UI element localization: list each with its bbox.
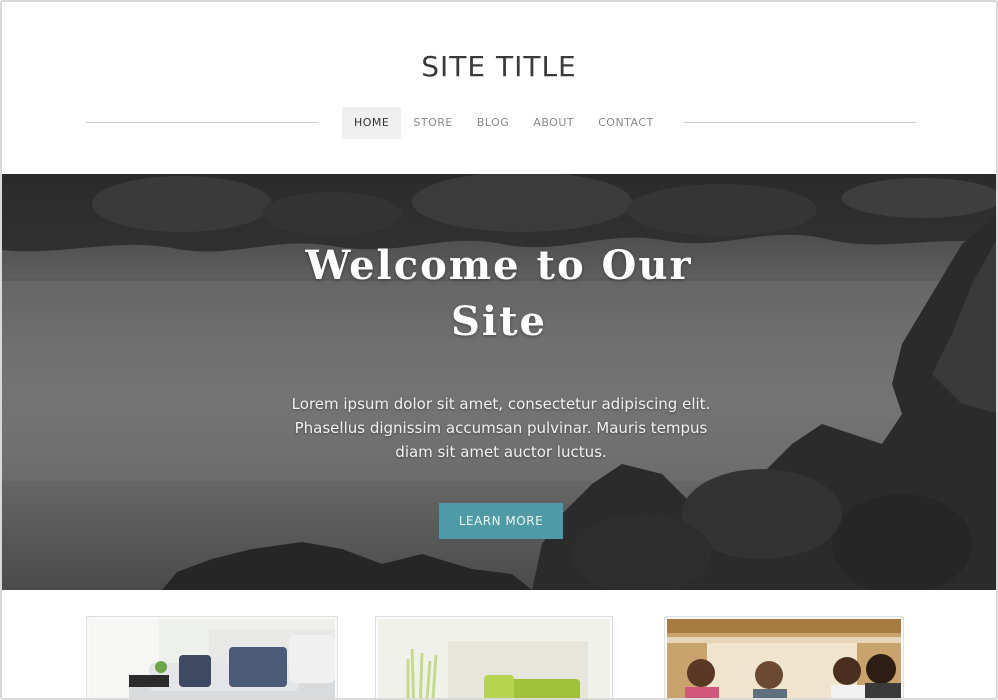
hero-title: Welcome to Our Site [2,238,996,350]
nav-item-blog[interactable]: BLOG [465,107,521,139]
nav-divider-right [684,122,916,123]
green-chair-interior-photo [378,619,610,698]
nav-item-store[interactable]: STORE [401,107,464,139]
main-nav: HOME STORE BLOG ABOUT CONTACT [342,107,666,139]
living-room-sofa-photo [89,619,335,698]
nav-item-home[interactable]: HOME [342,107,402,139]
nav-divider-left [86,122,318,123]
hero-banner: Welcome to Our Site Lorem ipsum dolor si… [2,174,996,590]
features-section [2,590,996,698]
hero-description: Lorem ipsum dolor sit amet, consectetur … [252,392,750,464]
hero-text-line-2: Phasellus dignissim accumsan pulvinar. M… [294,419,708,437]
hero-text-line-1: Lorem ipsum dolor sit amet, consectetur … [291,395,711,413]
browser-frame: SITE TITLE HOME STORE BLOG ABOUT CONTACT [0,0,998,700]
feature-card-2[interactable] [375,616,613,698]
nav-item-contact[interactable]: CONTACT [586,107,666,139]
feature-card-1[interactable] [86,616,338,698]
hero-text-line-3: diam sit amet auctor luctus. [395,443,607,461]
nav-item-about[interactable]: ABOUT [521,107,586,139]
hero-title-line-1: Welcome to Our [305,242,693,289]
feature-card-3[interactable] [664,616,904,698]
smiling-people-group-photo [667,619,901,698]
site-header: SITE TITLE HOME STORE BLOG ABOUT CONTACT [2,2,996,174]
learn-more-button[interactable]: LEARN MORE [439,503,563,539]
site-title[interactable]: SITE TITLE [2,50,996,83]
hero-title-line-2: Site [450,298,547,345]
